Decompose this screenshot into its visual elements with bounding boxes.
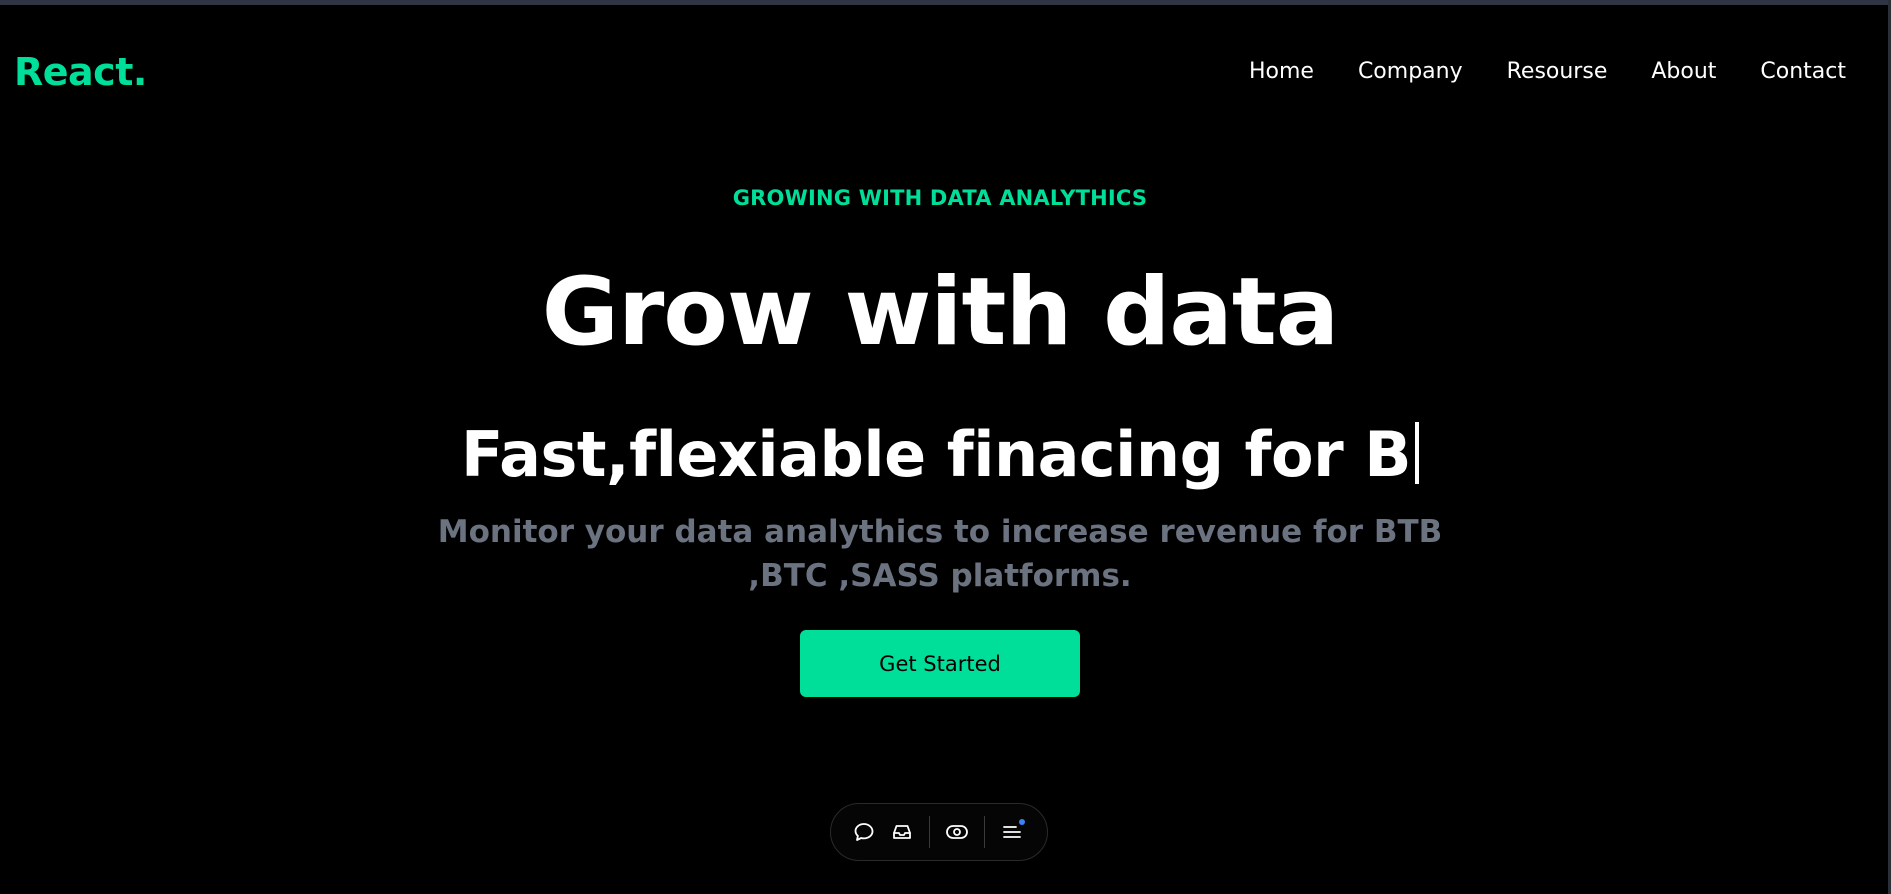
- nav-item-home[interactable]: Home: [1227, 56, 1336, 88]
- nav-item-contact[interactable]: Contact: [1738, 56, 1846, 88]
- typed-text: Fast,flexiable finacing for B: [460, 418, 1412, 491]
- hero-eyebrow: GROWING WITH DATA ANALYTHICS: [732, 186, 1148, 210]
- hero-headline: Grow with data: [541, 258, 1339, 367]
- hero-subtext: Monitor your data analythics to increase…: [437, 514, 1443, 594]
- toolbar-divider: [929, 816, 930, 848]
- chat-bubble-icon[interactable]: [845, 813, 883, 851]
- brand-logo[interactable]: React.: [14, 50, 147, 94]
- inbox-tray-icon[interactable]: [883, 813, 921, 851]
- nav-item-company[interactable]: Company: [1336, 56, 1485, 88]
- landing-page: React. Home Company Resourse About Conta…: [0, 0, 1891, 894]
- typing-cursor: [1415, 422, 1420, 484]
- browser-top-border: [0, 0, 1891, 5]
- typed-line: Fast,flexiable finacing for B: [0, 413, 1880, 497]
- nav-item-resourse[interactable]: Resourse: [1485, 56, 1630, 88]
- main-nav: Home Company Resourse About Contact: [1227, 56, 1846, 88]
- notification-dot: [1019, 819, 1025, 825]
- toolbar-divider: [984, 816, 985, 848]
- floating-toolbar: [830, 803, 1048, 861]
- nav-item-about[interactable]: About: [1629, 56, 1738, 88]
- get-started-button[interactable]: Get Started: [800, 630, 1080, 697]
- menu-icon[interactable]: [993, 813, 1031, 851]
- eye-toggle-icon[interactable]: [938, 813, 976, 851]
